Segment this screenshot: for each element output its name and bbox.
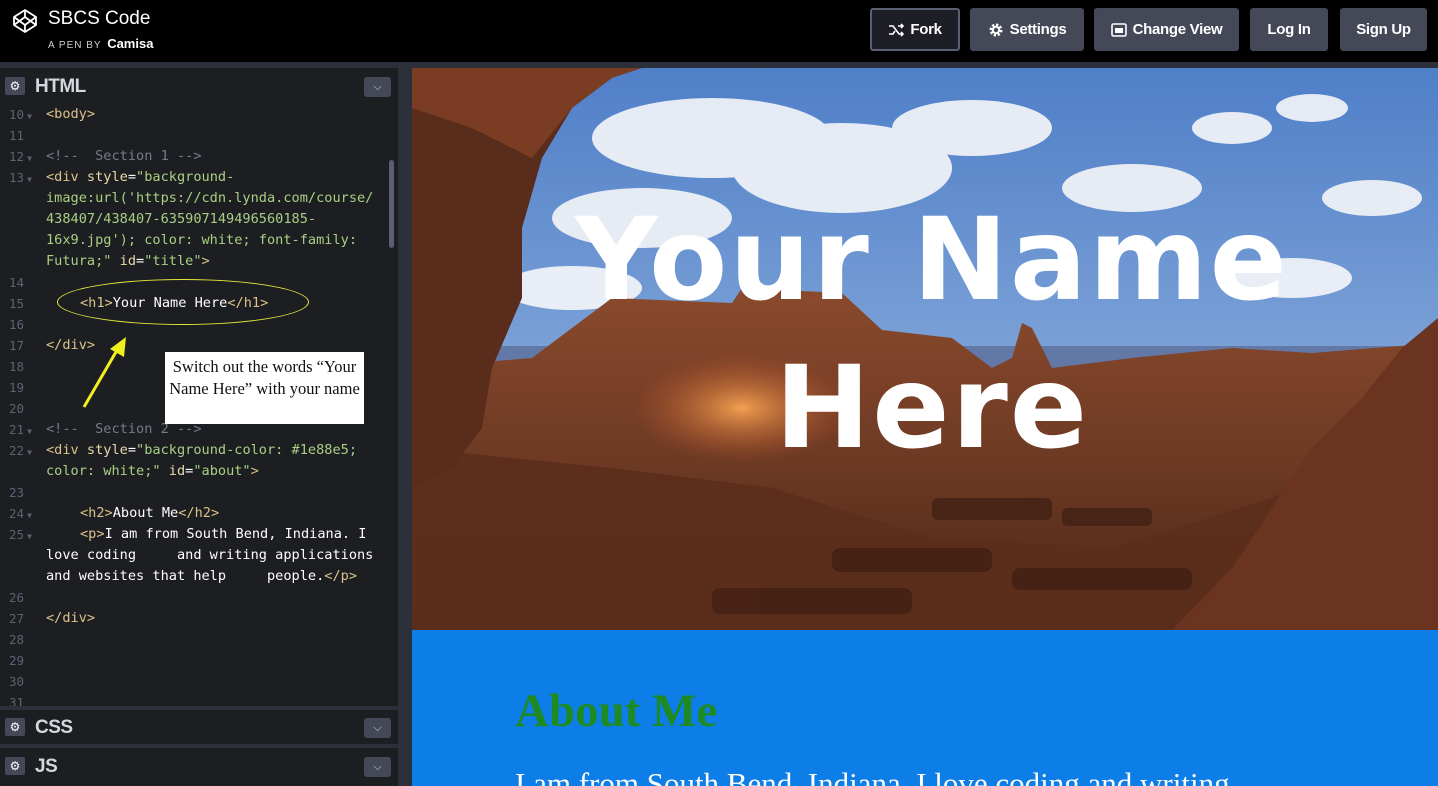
line-number: 11 xyxy=(9,128,25,143)
line-number: 10 ▼ xyxy=(9,107,32,122)
codepen-logo-icon[interactable] xyxy=(12,8,38,34)
code-line: <h2>About Me</h2> xyxy=(80,505,220,521)
code-line: and websites that help people.</p> xyxy=(46,568,358,584)
code-line: color: white;" id="about"> xyxy=(46,463,259,479)
html-settings-gear-icon[interactable]: ⚙ xyxy=(5,77,25,95)
line-number: 15 xyxy=(9,296,25,311)
line-number: 28 xyxy=(9,632,25,647)
line-number: 29 xyxy=(9,653,25,668)
editor-column: ⚙ HTML ⌵ 10 ▼ 11 12 ▼ 13 ▼ 14 15 16 17 18 1… xyxy=(0,68,400,786)
log-in-label: Log In xyxy=(1267,21,1311,38)
result-preview: Your Name Here About Me I am from South … xyxy=(412,68,1438,786)
css-settings-gear-icon[interactable]: ⚙ xyxy=(5,718,25,736)
line-number: 31 xyxy=(9,695,25,706)
about-section: About Me I am from South Bend, Indiana. … xyxy=(412,630,1438,786)
sign-up-label: Sign Up xyxy=(1356,21,1411,38)
change-view-button[interactable]: Change View xyxy=(1094,8,1239,51)
line-number: 19 xyxy=(9,380,25,395)
pen-byline: A PEN BY Camisa xyxy=(48,36,153,51)
code-line: </div> xyxy=(46,610,96,626)
annotation-callout: Switch out the words “Your Name Here” wi… xyxy=(165,352,364,424)
line-number: 16 xyxy=(9,317,25,332)
html-pane-title: HTML xyxy=(35,76,86,97)
code-line: <p>I am from South Bend, Indiana. I xyxy=(80,526,367,542)
code-line: Futura;" id="title"> xyxy=(46,253,210,269)
highlight-ellipse xyxy=(57,279,309,325)
layout-icon xyxy=(1110,22,1127,37)
fork-label: Fork xyxy=(910,21,942,38)
code-line: <!-- Section 1 --> xyxy=(46,148,202,164)
code-line: 16x9.jpg'); color: white; font-family: xyxy=(46,232,357,248)
line-number: 27 xyxy=(9,611,25,626)
line-number: 25 ▼ xyxy=(9,527,32,542)
top-bar: SBCS Code A PEN BY Camisa Fork Settings … xyxy=(0,0,1438,62)
hero-heading: Your Name Here xyxy=(575,193,1289,474)
fold-arrow-icon[interactable]: ▼ xyxy=(27,112,32,121)
code-line: <div style="background-color: #1e88e5; xyxy=(46,442,358,458)
hero-section: Your Name Here xyxy=(412,68,1438,630)
css-collapse-chevron-down-icon[interactable]: ⌵ xyxy=(364,718,391,738)
code-line: image:url('https://cdn.lynda.com/course/ xyxy=(46,190,374,206)
code-line: <div style="background- xyxy=(46,169,235,185)
fold-arrow-icon[interactable]: ▼ xyxy=(27,511,32,520)
code-line: 438407/438407-635907149496560185- xyxy=(46,211,317,227)
settings-button[interactable]: Settings xyxy=(970,8,1084,51)
html-pane-header[interactable]: ⚙ HTML ⌵ xyxy=(0,68,400,104)
line-number: 23 xyxy=(9,485,25,500)
settings-label: Settings xyxy=(1009,21,1067,38)
line-number: 22 ▼ xyxy=(9,443,32,458)
css-pane-header[interactable]: ⚙ CSS ⌵ xyxy=(0,710,400,744)
gear-icon xyxy=(989,23,1003,36)
line-number: 13 ▼ xyxy=(9,170,32,185)
line-number: 14 xyxy=(9,275,25,290)
js-settings-gear-icon[interactable]: ⚙ xyxy=(5,757,25,775)
fold-arrow-icon[interactable]: ▼ xyxy=(27,427,32,436)
change-view-label: Change View xyxy=(1132,21,1223,38)
log-in-button[interactable]: Log In xyxy=(1250,8,1328,51)
js-pane-title: JS xyxy=(35,756,58,777)
about-heading: About Me xyxy=(515,685,718,737)
about-paragraph: I am from South Bend, Indiana. I love co… xyxy=(515,766,1230,786)
sign-up-button[interactable]: Sign Up xyxy=(1340,8,1427,51)
editor-scrollbar[interactable] xyxy=(389,160,394,248)
js-collapse-chevron-down-icon[interactable]: ⌵ xyxy=(364,757,391,777)
author-link[interactable]: Camisa xyxy=(107,36,153,51)
line-number: 20 xyxy=(9,401,25,416)
annotation-arrow-icon xyxy=(82,337,126,408)
line-number: 24 ▼ xyxy=(9,506,32,521)
code-line: <body> xyxy=(46,106,96,122)
fold-arrow-icon[interactable]: ▼ xyxy=(27,154,32,163)
line-number: 21 ▼ xyxy=(9,422,32,437)
html-collapse-chevron-down-icon[interactable]: ⌵ xyxy=(364,77,391,97)
fork-icon xyxy=(889,22,905,37)
fork-button[interactable]: Fork xyxy=(870,8,960,51)
editor-resize-handle[interactable] xyxy=(398,68,412,786)
js-pane-header[interactable]: ⚙ JS ⌵ xyxy=(0,748,400,786)
css-pane-title: CSS xyxy=(35,717,73,738)
code-line: love coding and writing applications xyxy=(46,547,374,563)
pen-title: SBCS Code xyxy=(48,8,151,29)
fold-arrow-icon[interactable]: ▼ xyxy=(27,532,32,541)
line-number: 30 xyxy=(9,674,25,689)
line-number: 17 xyxy=(9,338,25,353)
line-number: 26 xyxy=(9,590,25,605)
pen-by-label: A PEN BY xyxy=(48,40,102,51)
fold-arrow-icon[interactable]: ▼ xyxy=(27,448,32,457)
line-number: 18 xyxy=(9,359,25,374)
fold-arrow-icon[interactable]: ▼ xyxy=(27,175,32,184)
line-number: 12 ▼ xyxy=(9,149,32,164)
